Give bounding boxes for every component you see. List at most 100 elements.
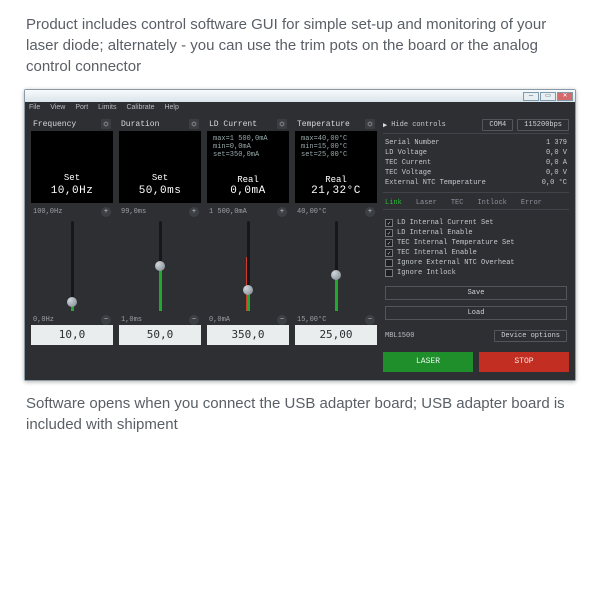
display-temperature: max=40,00°C min=15,00°C set=25,00°C Real…: [295, 131, 377, 203]
info-min: min=0,0mA: [207, 143, 289, 151]
col-duration: Duration ⏣ Set 50,0ms 99,0ms +: [119, 119, 201, 372]
display-duration: Set 50,0ms: [119, 131, 201, 203]
display-value: 50,0ms: [139, 185, 182, 197]
plus-button[interactable]: +: [189, 207, 199, 217]
display-label: Set: [64, 173, 80, 183]
device-info-table: Serial Number 1 379 LD Voltage 0,0 V TEC C…: [383, 138, 569, 193]
com-port-select[interactable]: COM4: [482, 119, 513, 131]
check-label: LD Internal Current Set: [397, 219, 494, 227]
save-button[interactable]: Save: [385, 286, 567, 300]
entry-frequency[interactable]: 10,0: [31, 325, 113, 345]
settings-checkboxes: LD Internal Current Set LD Internal Enab…: [383, 214, 569, 280]
range-max: 100,0Hz: [33, 208, 62, 216]
lock-icon[interactable]: ⏣: [365, 119, 375, 129]
right-pane: ▶ Hide controls COM4 115200bps Serial Nu…: [383, 119, 569, 372]
minus-button[interactable]: −: [189, 315, 199, 325]
laser-stop-button[interactable]: STOP: [479, 352, 569, 372]
minus-button[interactable]: −: [365, 315, 375, 325]
minimize-button[interactable]: ─: [523, 92, 539, 101]
tab-laser[interactable]: Laser: [416, 199, 437, 207]
info-label: TEC Voltage: [385, 169, 431, 177]
display-value: 10,0Hz: [51, 185, 94, 197]
entry-current[interactable]: 350,0: [207, 325, 289, 345]
info-value: 0,0 °C: [542, 179, 567, 187]
plus-button[interactable]: +: [277, 207, 287, 217]
maximize-button[interactable]: ▭: [540, 92, 556, 101]
app-body: Frequency ⏣ Set 10,0Hz 100,0Hz +: [25, 115, 575, 380]
range-min: 15,00°C: [297, 316, 326, 324]
checkbox[interactable]: [385, 219, 393, 227]
tab-intlock[interactable]: Intlock: [477, 199, 506, 207]
slider-duration[interactable]: [119, 217, 201, 315]
range-max: 1 500,0mA: [209, 208, 247, 216]
info-label: TEC Current: [385, 159, 431, 167]
lock-icon[interactable]: ⏣: [101, 119, 111, 129]
menu-port[interactable]: Port: [75, 104, 88, 111]
check-label: TEC Internal Enable: [397, 249, 477, 257]
info-max: max=40,00°C: [295, 135, 377, 143]
checkbox[interactable]: [385, 269, 393, 277]
col-head-temperature: Temperature: [297, 120, 350, 129]
device-name: MBL1500: [385, 332, 488, 340]
entry-duration[interactable]: 50,0: [119, 325, 201, 345]
minus-button[interactable]: −: [101, 315, 111, 325]
menu-calibrate[interactable]: Calibrate: [126, 104, 154, 111]
range-max: 99,0ms: [121, 208, 146, 216]
device-options-button[interactable]: Device options: [494, 330, 567, 342]
display-value: 0,0mA: [207, 185, 289, 197]
col-ld-current: LD Current ⏣ max=1 500,0mA min=0,0mA set…: [207, 119, 289, 372]
menu-bar: File View Port Limits Calibrate Help: [25, 102, 575, 115]
menu-view[interactable]: View: [50, 104, 65, 111]
display-current: max=1 500,0mA min=0,0mA set=350,0mA Real…: [207, 131, 289, 203]
check-label: Ignore Intlock: [397, 269, 456, 277]
col-frequency: Frequency ⏣ Set 10,0Hz 100,0Hz +: [31, 119, 113, 372]
minus-button[interactable]: −: [277, 315, 287, 325]
check-label: LD Internal Enable: [397, 229, 473, 237]
lock-icon[interactable]: ⏣: [189, 119, 199, 129]
col-head-current: LD Current: [209, 120, 257, 129]
info-label: External NTC Temperature: [385, 179, 486, 187]
checkbox[interactable]: [385, 259, 393, 267]
menu-limits[interactable]: Limits: [98, 104, 116, 111]
plus-button[interactable]: +: [101, 207, 111, 217]
laser-start-button[interactable]: LASER: [383, 352, 473, 372]
baud-select[interactable]: 115200bps: [517, 119, 569, 131]
close-button[interactable]: ✕: [557, 92, 573, 101]
slider-current[interactable]: [207, 217, 289, 315]
caption-top: Product includes control software GUI fo…: [0, 0, 600, 89]
info-value: 1 379: [546, 139, 567, 147]
info-set: set=350,0mA: [207, 151, 289, 159]
play-icon: ▶: [383, 121, 387, 130]
info-value: 0,0 V: [546, 169, 567, 177]
plus-button[interactable]: +: [365, 207, 375, 217]
range-min: 0,0Hz: [33, 316, 54, 324]
info-value: 0,0 A: [546, 159, 567, 167]
check-label: TEC Internal Temperature Set: [397, 239, 515, 247]
menu-help[interactable]: Help: [164, 104, 178, 111]
col-head-frequency: Frequency: [33, 120, 76, 129]
info-value: 0,0 V: [546, 149, 567, 157]
info-max: max=1 500,0mA: [207, 135, 289, 143]
info-set: set=25,00°C: [295, 151, 377, 159]
menu-file[interactable]: File: [29, 104, 40, 111]
checkbox[interactable]: [385, 239, 393, 247]
info-label: Serial Number: [385, 139, 440, 147]
caption-bottom: Software opens when you connect the USB …: [0, 381, 600, 449]
checkbox[interactable]: [385, 249, 393, 257]
tab-error[interactable]: Error: [521, 199, 542, 207]
checkbox[interactable]: [385, 229, 393, 237]
slider-frequency[interactable]: [31, 217, 113, 315]
window-titlebar: ─ ▭ ✕: [25, 90, 575, 102]
lock-icon[interactable]: ⏣: [277, 119, 287, 129]
info-min: min=15,00°C: [295, 143, 377, 151]
slider-temperature[interactable]: [295, 217, 377, 315]
tab-tec[interactable]: TEC: [451, 199, 464, 207]
hide-controls-link[interactable]: Hide controls: [391, 121, 446, 129]
info-label: LD Voltage: [385, 149, 427, 157]
tab-link[interactable]: Link: [385, 199, 402, 207]
display-label: Real: [295, 175, 377, 185]
load-button[interactable]: Load: [385, 306, 567, 320]
entry-temperature[interactable]: 25,00: [295, 325, 377, 345]
display-frequency: Set 10,0Hz: [31, 131, 113, 203]
app-window: ─ ▭ ✕ File View Port Limits Calibrate He…: [24, 89, 576, 381]
